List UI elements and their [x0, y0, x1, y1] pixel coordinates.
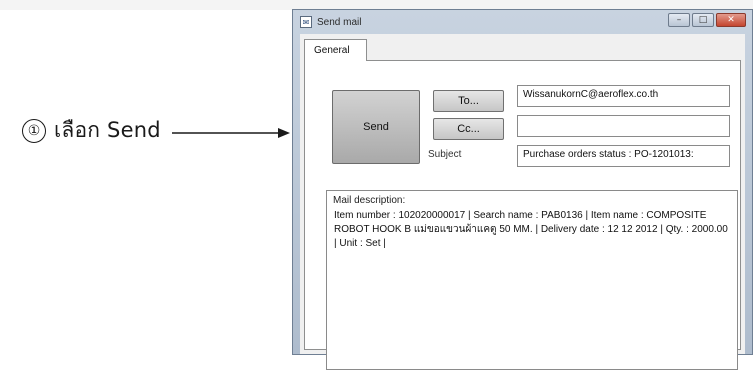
to-button[interactable]: To...: [433, 90, 504, 112]
general-tab-panel: Send To... Cc... Subject WissanukornC@ae…: [304, 60, 741, 370]
mail-description-box[interactable]: Mail description: Item number : 10202000…: [326, 190, 738, 370]
send-mail-window: ✉ Send mail – □ ✕ General Send To... Cc.…: [292, 9, 753, 370]
step-number-badge: ①: [22, 118, 46, 143]
window-titlebar[interactable]: ✉ Send mail – □ ✕: [293, 10, 752, 34]
mail-description-label: Mail description:: [333, 195, 406, 206]
send-button[interactable]: Send: [332, 90, 420, 164]
maximize-button[interactable]: □: [692, 13, 714, 27]
cc-button[interactable]: Cc...: [433, 118, 504, 140]
window-app-icon: ✉: [300, 16, 312, 28]
step-instruction-text: เลือก Send: [54, 118, 161, 142]
step-annotation: ① เลือก Send: [22, 114, 161, 147]
cc-field[interactable]: [517, 115, 730, 137]
arrow-icon: [172, 128, 290, 138]
close-button[interactable]: ✕: [716, 13, 746, 27]
mail-description-text: Item number : 102020000017 | Search name…: [334, 210, 728, 249]
tab-general[interactable]: General: [304, 39, 367, 61]
window-title: Send mail: [317, 16, 362, 28]
subject-label: Subject: [428, 149, 462, 160]
subject-field[interactable]: Purchase orders status : PO-1201013:: [517, 145, 730, 167]
minimize-button[interactable]: –: [668, 13, 690, 27]
window-controls: – □ ✕: [668, 13, 746, 27]
window-client-area: General Send To... Cc... Subject Wissanu…: [300, 34, 745, 370]
to-field[interactable]: WissanukornC@aeroflex.co.th: [517, 85, 730, 107]
